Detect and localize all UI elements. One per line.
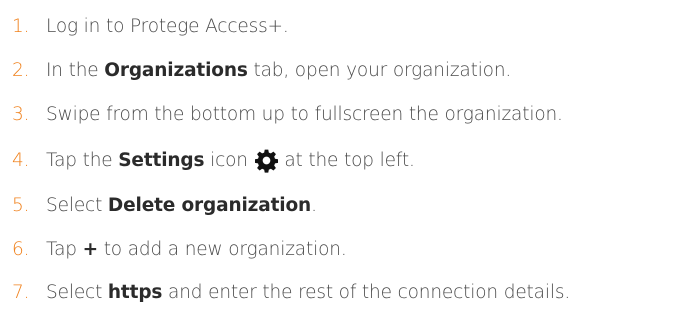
step-text-part: .	[311, 194, 317, 216]
step-number: 3.	[12, 103, 30, 125]
step-1: 1. Log in to Protege Access+.	[12, 11, 289, 41]
step-text-part: icon	[204, 149, 254, 171]
step-text: Tap + to add a new organization.	[46, 239, 347, 260]
plus-label: +	[82, 238, 99, 260]
step-text-part: and enter the rest of the connection det…	[162, 281, 571, 303]
step-number: 4.	[12, 149, 30, 171]
step-number: 6.	[12, 238, 30, 260]
organizations-tab-label: Organizations	[104, 59, 248, 81]
step-number: 1.	[12, 15, 30, 37]
step-text-part: at the top left.	[278, 149, 415, 171]
step-4: 4. Tap the Settings icon at the top left…	[12, 145, 415, 175]
step-7: 7. Select https and enter the rest of th…	[12, 277, 570, 307]
step-text: Select Delete organization .	[46, 195, 317, 216]
step-text: Tap the Settings icon at the top left.	[46, 148, 415, 173]
step-text-part: to add a new organization.	[97, 238, 347, 260]
step-6: 6. Tap + to add a new organization.	[12, 234, 347, 264]
https-label: https	[107, 281, 163, 303]
step-number: 7.	[12, 281, 30, 303]
step-text-part: Tap	[46, 238, 83, 260]
step-text-part: Select	[46, 281, 108, 303]
step-number: 2.	[12, 59, 30, 81]
step-text-part: Tap the	[46, 149, 119, 171]
step-text-part: Log in to Protege Access+.	[46, 15, 289, 37]
step-2: 2. In the Organizations tab, open your o…	[12, 55, 511, 85]
step-text: In the Organizations tab, open your orga…	[46, 60, 511, 81]
instruction-list: 1. Log in to Protege Access+. 2. In the …	[0, 0, 685, 333]
step-3: 3. Swipe from the bottom up to fullscree…	[12, 99, 563, 129]
gear-icon	[254, 148, 279, 173]
settings-label: Settings	[118, 149, 205, 171]
step-number: 5.	[12, 194, 30, 216]
step-5: 5. Select Delete organization .	[12, 190, 317, 220]
step-text-part: In the	[46, 59, 105, 81]
step-text-part: tab, open your organization.	[247, 59, 512, 81]
step-text-part: Swipe from the bottom up to fullscreen t…	[46, 103, 563, 125]
delete-organization-label: Delete organization	[107, 194, 312, 216]
step-text-part: Select	[46, 194, 108, 216]
step-text: Log in to Protege Access+.	[46, 16, 289, 37]
step-text: Swipe from the bottom up to fullscreen t…	[46, 104, 563, 125]
step-text: Select https and enter the rest of the c…	[46, 282, 570, 303]
